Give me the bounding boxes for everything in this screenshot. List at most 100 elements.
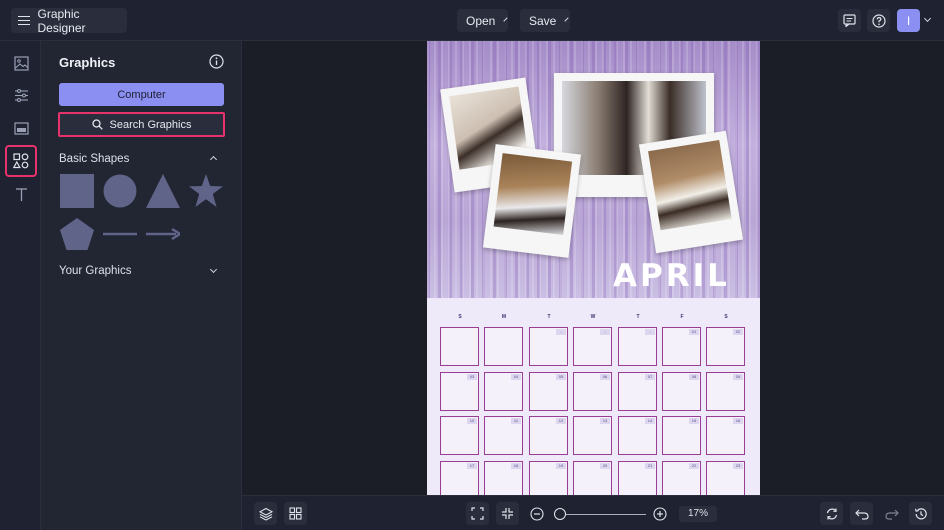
arrow-shape[interactable] (146, 227, 180, 241)
day-cell[interactable]: 19 (529, 461, 568, 495)
left-rail (0, 41, 41, 530)
day-cell[interactable]: 14 (618, 416, 657, 455)
image-icon (13, 55, 29, 71)
redo-button[interactable] (880, 502, 903, 525)
canvas-area[interactable]: APRIL S M T W T F S - - - 01 02 03 04 05… (242, 41, 944, 495)
shrink-view-button[interactable] (496, 502, 519, 525)
zoom-out-icon[interactable] (530, 507, 544, 521)
day-number: 22 (689, 463, 699, 469)
chevron-down-icon[interactable] (923, 14, 932, 23)
day-cell[interactable]: 11 (484, 416, 523, 455)
backgrounds-tool-button[interactable] (7, 114, 35, 142)
day-cell[interactable]: 09 (706, 372, 745, 411)
day-cell[interactable] (440, 327, 479, 366)
zoom-level[interactable]: 17% (679, 506, 717, 522)
basic-shapes-header[interactable]: Basic Shapes (59, 153, 219, 165)
bottom-toolbar: 17% (242, 495, 944, 530)
sliders-icon (14, 88, 28, 102)
day-cell[interactable]: 12 (529, 416, 568, 455)
images-tool-button[interactable] (7, 49, 35, 77)
day-number: 13 (600, 418, 610, 424)
adjustments-tool-button[interactable] (7, 81, 35, 109)
line-shape[interactable] (103, 231, 137, 237)
upload-from-computer-button[interactable]: Computer (59, 83, 224, 106)
user-avatar[interactable]: I (897, 9, 920, 32)
layers-button[interactable] (254, 502, 277, 525)
day-cell[interactable]: 20 (573, 461, 612, 495)
weekday-label: T (547, 314, 551, 320)
day-cell[interactable]: 01 (662, 327, 701, 366)
day-number: 11 (511, 418, 521, 424)
layers-icon (258, 507, 273, 521)
top-bar: Graphic Designer Open Save I (0, 0, 944, 41)
day-cell[interactable]: 23 (706, 461, 745, 495)
grid-icon (289, 507, 302, 520)
poster-photo-area[interactable]: APRIL (427, 41, 760, 298)
day-cell[interactable]: - (618, 327, 657, 366)
refresh-icon (826, 508, 837, 519)
zoom-slider-handle[interactable] (554, 508, 566, 520)
square-shape[interactable] (60, 174, 94, 208)
shrink-icon (502, 508, 513, 519)
day-cell[interactable]: 10 (440, 416, 479, 455)
day-cell[interactable]: 22 (662, 461, 701, 495)
grid-view-button[interactable] (284, 502, 307, 525)
day-cell[interactable]: 02 (706, 327, 745, 366)
day-cell[interactable]: - (573, 327, 612, 366)
day-cell[interactable]: 17 (440, 461, 479, 495)
hamburger-icon (18, 15, 30, 26)
your-graphics-label: Your Graphics (59, 265, 132, 277)
calendar-poster[interactable]: APRIL S M T W T F S - - - 01 02 03 04 05… (427, 41, 760, 495)
day-cell[interactable]: 08 (662, 372, 701, 411)
polaroid-photo[interactable] (482, 144, 582, 258)
day-cell[interactable]: 15 (662, 416, 701, 455)
weekday-label: M (501, 314, 507, 320)
graphics-panel: Graphics Computer Search Graphics Basic … (41, 41, 242, 530)
month-title[interactable]: APRIL (613, 258, 730, 294)
day-cell[interactable]: 06 (573, 372, 612, 411)
save-dropdown[interactable]: Save (520, 9, 570, 32)
graphics-tool-button[interactable] (5, 145, 37, 177)
star-shape[interactable] (189, 174, 223, 208)
day-number: 12 (556, 418, 566, 424)
day-cell[interactable]: 05 (529, 372, 568, 411)
refresh-button[interactable] (820, 502, 843, 525)
day-cell[interactable]: 04 (484, 372, 523, 411)
open-label: Open (466, 13, 496, 28)
polaroid-photo[interactable] (638, 130, 744, 254)
day-cell[interactable]: 21 (618, 461, 657, 495)
weekday-label: F (680, 314, 684, 320)
open-dropdown[interactable]: Open (457, 9, 508, 32)
day-cell[interactable]: 16 (706, 416, 745, 455)
calendar-grid[interactable]: S M T W T F S - - - 01 02 03 04 05 06 07… (427, 298, 760, 495)
day-number: 03 (467, 374, 477, 380)
zoom-in-icon[interactable] (653, 507, 667, 521)
undo-button[interactable] (850, 502, 873, 525)
expand-icon (471, 507, 484, 520)
photo-image (493, 153, 573, 236)
day-cell[interactable]: 03 (440, 372, 479, 411)
app-menu-button[interactable]: Graphic Designer (11, 7, 127, 35)
day-cell[interactable]: - (529, 327, 568, 366)
your-graphics-header[interactable]: Your Graphics (59, 265, 219, 277)
fit-to-screen-button[interactable] (466, 502, 489, 525)
text-tool-button[interactable] (7, 180, 35, 208)
day-cell[interactable] (484, 327, 523, 366)
day-cell[interactable]: 13 (573, 416, 612, 455)
circle-shape[interactable] (103, 174, 137, 208)
info-icon[interactable] (209, 54, 224, 69)
pentagon-shape[interactable] (60, 218, 94, 250)
search-graphics-button[interactable]: Search Graphics (58, 112, 225, 137)
day-number: 01 (689, 329, 699, 335)
history-button[interactable] (909, 502, 932, 525)
triangle-shape[interactable] (146, 174, 180, 208)
zoom-slider-track[interactable] (560, 514, 646, 515)
day-number: 14 (645, 418, 655, 424)
background-icon (13, 121, 29, 135)
day-number: 18 (511, 463, 521, 469)
day-number: - (556, 329, 566, 335)
day-cell[interactable]: 18 (484, 461, 523, 495)
help-button[interactable] (867, 9, 890, 32)
comments-button[interactable] (838, 9, 861, 32)
day-cell[interactable]: 07 (618, 372, 657, 411)
